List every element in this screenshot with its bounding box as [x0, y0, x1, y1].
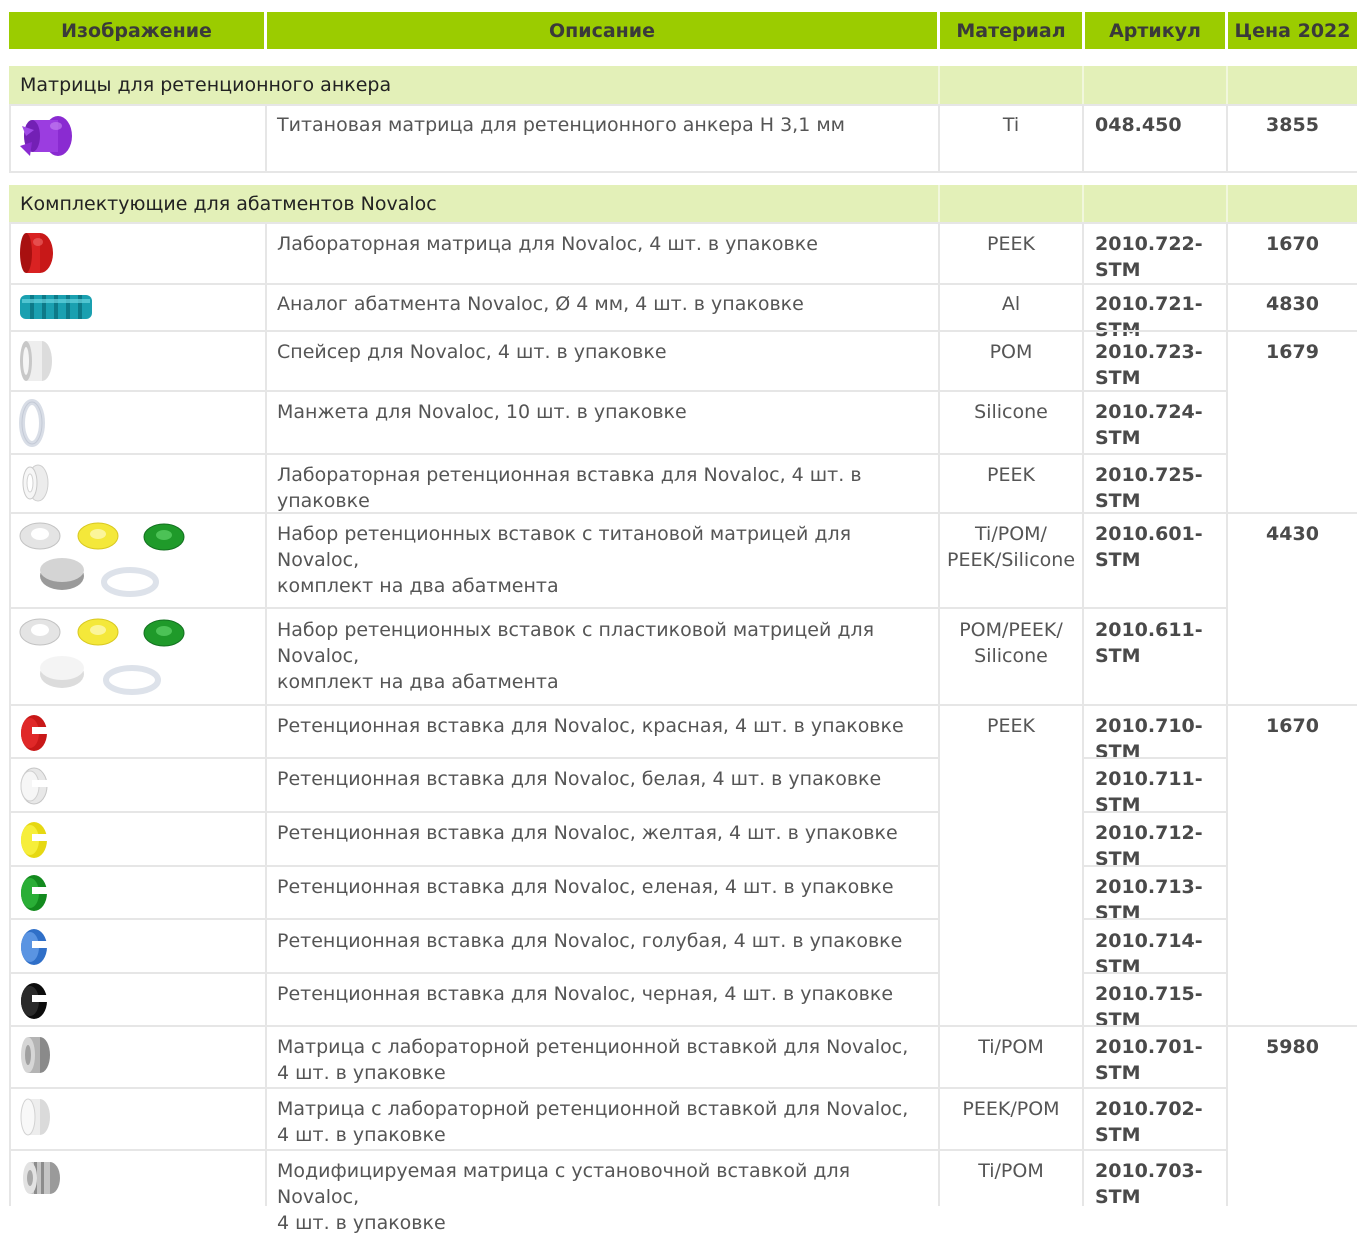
clear-insert-icon	[18, 460, 54, 510]
row-description: Аналог абатмента Novaloc, Ø 4 мм, 4 шт. …	[277, 293, 804, 315]
header-price: Цена 2022	[1228, 12, 1357, 49]
blue-insert-icon	[18, 927, 50, 971]
red-insert-icon	[18, 713, 50, 757]
row-material: Ti/POM/ PEEK/Silicone	[940, 513, 1082, 573]
row-description: Лабораторная матрица для Novaloc, 4 шт. …	[277, 233, 818, 255]
row-price: 5980	[1266, 1036, 1319, 1058]
row-description: Ретенционная вставка для Novaloc, красна…	[277, 715, 904, 737]
row-material-line: PEEK/Silicone	[946, 549, 1076, 571]
row-description: Матрица с лабораторной ретенционной вста…	[267, 1088, 937, 1148]
row-article: 2010.711-STM	[1095, 768, 1203, 816]
row-description-line: Набор ретенционных вставок с титановой м…	[277, 523, 852, 571]
row-article: 2010.712-STM	[1095, 822, 1203, 870]
row-description: Набор ретенционных вставок с титановой м…	[267, 513, 937, 599]
row-description-line: комплект на два абатмента	[277, 575, 559, 597]
row-article: 2010.601-STM	[1095, 523, 1203, 571]
row-price: 1670	[1266, 233, 1319, 255]
insert-set-titanium-icon	[18, 520, 193, 604]
section-title-text: Комплектующие для абатментов Novaloc	[20, 193, 437, 215]
row-article: 2010.710-STM	[1095, 715, 1203, 763]
row-material-line: Silicone	[974, 645, 1048, 667]
green-insert-icon	[18, 873, 50, 917]
purple-matrix-icon	[18, 112, 78, 166]
row-description-line: 4 шт. в упаковке	[277, 1212, 446, 1234]
header-article: Артикул	[1085, 12, 1225, 49]
row-material: Ti/POM	[978, 1160, 1044, 1182]
row-material: POM	[989, 341, 1033, 363]
row-material: PEEK	[987, 715, 1035, 737]
row-description: Ретенционная вставка для Novaloc, голуба…	[277, 930, 903, 952]
row-material: PEEK/POM	[962, 1098, 1060, 1120]
row-material-line: Ti/POM/	[975, 523, 1047, 545]
row-article: 2010.725-STM	[1095, 464, 1203, 512]
teal-analog-icon	[18, 291, 96, 327]
section-title: Комплектующие для абатментов Novaloc	[9, 185, 1357, 223]
red-lab-matrix-icon	[18, 230, 58, 280]
row-description-line: Модифицируемая матрица с установочной вс…	[277, 1160, 851, 1208]
row-description-line: 4 шт. в упаковке	[277, 1124, 446, 1146]
row-description: Ретенционная вставка для Novaloc, черная…	[277, 983, 894, 1005]
row-article: 2010.724-STM	[1095, 401, 1203, 449]
row-description: Титановая матрица для ретенционного анке…	[277, 114, 846, 136]
row-description: Спейсер для Novaloc, 4 шт. в упаковке	[277, 341, 667, 363]
ring-cuff-icon	[18, 399, 50, 451]
row-description: Набор ретенционных вставок с пластиковой…	[267, 609, 937, 695]
row-description-line: Матрица с лабораторной ретенционной вста…	[277, 1036, 909, 1058]
yellow-insert-icon	[18, 820, 50, 864]
row-description-line: Матрица с лабораторной ретенционной вста…	[277, 1098, 909, 1120]
peek-matrix-icon	[18, 1096, 54, 1142]
row-description: Матрица с лабораторной ретенционной вста…	[267, 1026, 937, 1086]
row-price: 4430	[1266, 523, 1319, 545]
row-article: 2010.701-STM	[1095, 1036, 1203, 1084]
modifiable-matrix-icon	[18, 1157, 64, 1203]
row-article: 2010.713-STM	[1095, 876, 1203, 924]
row-article: 2010.703-STM	[1095, 1160, 1203, 1208]
row-price: 4830	[1266, 293, 1319, 315]
row-article: 048.450	[1095, 114, 1182, 136]
row-material: POM/PEEK/ Silicone	[940, 609, 1082, 669]
row-description: Модифицируемая матрица с установочной вс…	[267, 1150, 937, 1236]
row-article: 2010.722-STM	[1095, 233, 1203, 281]
row-article: 2010.611-STM	[1095, 619, 1203, 667]
row-description-line: комплект на два абатмента	[277, 671, 559, 693]
row-description: Ретенционная вставка для Novaloc, желтая…	[277, 822, 898, 844]
white-insert-icon	[18, 766, 50, 810]
header-material: Материал	[940, 12, 1082, 49]
header-image: Изображение	[9, 12, 264, 49]
section-title: Матрицы для ретенционного анкера	[9, 66, 1357, 104]
row-description: Ретенционная вставка для Novaloc, еленая…	[277, 876, 894, 898]
row-description-line: Набор ретенционных вставок с пластиковой…	[277, 619, 875, 667]
row-material: Al	[1001, 293, 1021, 315]
row-material: PEEK	[987, 233, 1035, 255]
row-description: Лабораторная ретенционная вставка для No…	[277, 464, 862, 512]
row-article: 2010.723-STM	[1095, 341, 1203, 389]
row-article: 2010.702-STM	[1095, 1098, 1203, 1146]
row-price: 1670	[1266, 715, 1319, 737]
insert-set-plastic-icon	[18, 616, 193, 700]
row-material: Silicone	[974, 401, 1048, 423]
row-material: Ti/POM	[978, 1036, 1044, 1058]
row-price: 1679	[1266, 341, 1319, 363]
black-insert-icon	[18, 981, 50, 1025]
row-article: 2010.715-STM	[1095, 983, 1203, 1031]
titanium-matrix-icon	[18, 1034, 54, 1080]
section-title-text: Матрицы для ретенционного анкера	[20, 74, 392, 96]
row-description: Ретенционная вставка для Novaloc, белая,…	[277, 768, 882, 790]
header-description: Описание	[267, 12, 937, 49]
row-price: 3855	[1266, 114, 1319, 136]
white-spacer-icon	[18, 338, 58, 388]
row-material-line: POM/PEEK/	[959, 619, 1063, 641]
row-description-line: 4 шт. в упаковке	[277, 1062, 446, 1084]
row-material: Ti	[1002, 114, 1020, 136]
row-description: Манжета для Novaloc, 10 шт. в упаковке	[277, 401, 687, 423]
row-article: 2010.714-STM	[1095, 930, 1203, 978]
row-material: PEEK	[987, 464, 1035, 486]
